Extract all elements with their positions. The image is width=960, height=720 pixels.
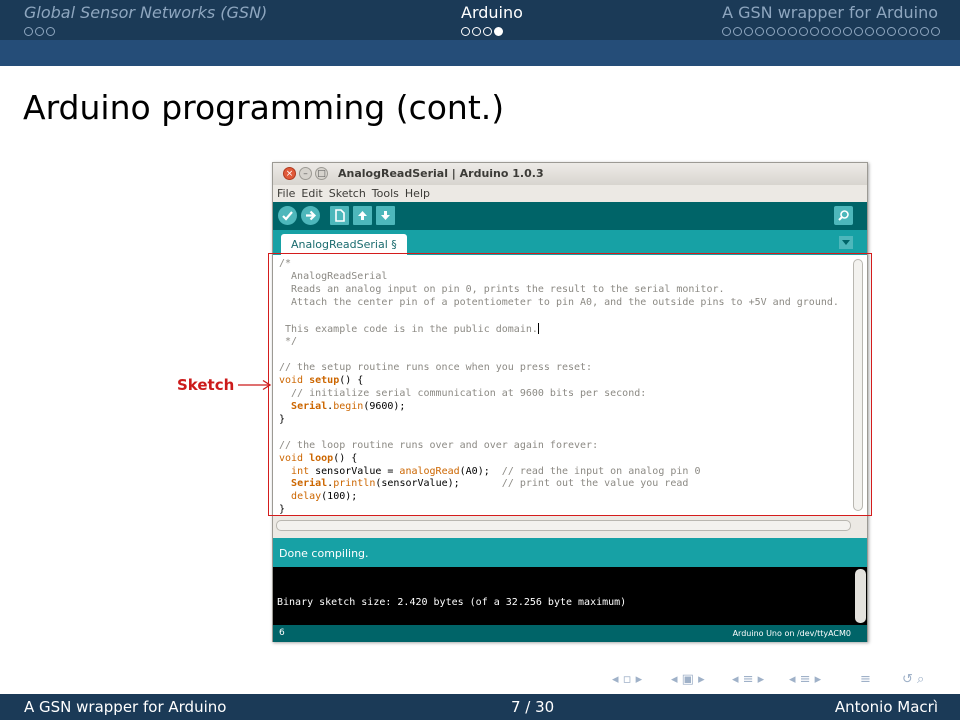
section-dot[interactable]: [35, 27, 44, 36]
nav-document-icon[interactable]: ◂ ≡ ▸: [789, 672, 821, 687]
save-icon: [381, 211, 390, 220]
ide-toolbar: [273, 202, 867, 230]
section-dot[interactable]: [461, 27, 470, 36]
open-icon: [358, 211, 367, 220]
nav-subsection-icon[interactable]: ◂ ▣ ▸: [671, 672, 705, 687]
verify-button[interactable]: [278, 206, 297, 225]
section-dot[interactable]: [909, 27, 918, 36]
section-progress-dots-wrapper[interactable]: [722, 27, 940, 36]
section-dot[interactable]: [46, 27, 55, 36]
section-dot[interactable]: [744, 27, 753, 36]
new-icon: [334, 209, 345, 222]
sketch-highlight-frame: [268, 253, 872, 516]
slide-title: Arduino programming (cont.): [23, 88, 505, 127]
window-titlebar[interactable]: × – □ AnalogReadSerial | Arduino 1.0.3: [273, 163, 867, 185]
section-dot[interactable]: [733, 27, 742, 36]
tab-menu-button[interactable]: [839, 236, 853, 249]
section-dot[interactable]: [722, 27, 731, 36]
section-dot[interactable]: [788, 27, 797, 36]
menu-file[interactable]: File: [277, 185, 295, 202]
console-message: Binary sketch size: 2.420 bytes (of a 32…: [277, 597, 627, 608]
section-dot[interactable]: [755, 27, 764, 36]
verify-icon: [282, 211, 293, 221]
sketch-annotation-label: Sketch: [177, 376, 235, 394]
section-progress-dots-arduino[interactable]: [461, 27, 503, 36]
section-dot[interactable]: [854, 27, 863, 36]
section-dot[interactable]: [24, 27, 33, 36]
section-dot[interactable]: [920, 27, 929, 36]
menu-edit[interactable]: Edit: [301, 185, 322, 202]
open-button[interactable]: [353, 206, 372, 225]
nav-section-icon[interactable]: ◂ ≡ ▸: [732, 672, 764, 687]
nav-search-icon[interactable]: ↺ ⌕: [902, 672, 924, 687]
serial-monitor-icon: [838, 210, 849, 221]
status-message: Done compiling.: [279, 547, 369, 560]
header-section-wrapper[interactable]: A GSN wrapper for Arduino: [722, 3, 938, 22]
menu-tools[interactable]: Tools: [372, 185, 399, 202]
current-line-number: 6: [279, 628, 285, 638]
section-dot[interactable]: [876, 27, 885, 36]
section-dot[interactable]: [494, 27, 503, 36]
section-dot[interactable]: [865, 27, 874, 36]
nav-align-icon[interactable]: ≡: [860, 672, 871, 687]
ide-footer: 6 Arduino Uno on /dev/ttyACM0: [273, 625, 867, 642]
nav-frame-icon[interactable]: ◂ ▫ ▸: [612, 672, 642, 687]
beamer-header: Global Sensor Networks (GSN) Arduino A G…: [0, 0, 960, 40]
section-dot[interactable]: [821, 27, 830, 36]
section-dot[interactable]: [810, 27, 819, 36]
footer-page-number: 7 / 30: [511, 698, 555, 716]
section-dot[interactable]: [898, 27, 907, 36]
section-progress-dots-gsn[interactable]: [24, 27, 55, 36]
annotation-arrow-icon: [238, 379, 272, 391]
section-dot[interactable]: [777, 27, 786, 36]
console-output[interactable]: Binary sketch size: 2.420 bytes (of a 32…: [273, 567, 867, 625]
header-section-gsn[interactable]: Global Sensor Networks (GSN): [24, 3, 267, 22]
serial-monitor-button[interactable]: [834, 206, 853, 225]
window-title: AnalogReadSerial | Arduino 1.0.3: [338, 167, 544, 180]
section-dot[interactable]: [843, 27, 852, 36]
tab-analogreadserial[interactable]: AnalogReadSerial §: [281, 234, 407, 255]
window-maximize-icon[interactable]: □: [315, 167, 328, 180]
section-dot[interactable]: [887, 27, 896, 36]
tab-bar: AnalogReadSerial §: [273, 230, 867, 255]
footer-author: Antonio Macrì: [834, 698, 938, 716]
header-subsection-bar: [0, 40, 960, 66]
upload-icon: [306, 210, 317, 221]
chevron-down-icon: [842, 239, 850, 245]
section-dot[interactable]: [472, 27, 481, 36]
new-button[interactable]: [330, 206, 349, 225]
section-dot[interactable]: [766, 27, 775, 36]
window-close-icon[interactable]: ×: [283, 167, 296, 180]
window-minimize-icon[interactable]: –: [299, 167, 312, 180]
upload-button[interactable]: [301, 206, 320, 225]
section-dot[interactable]: [483, 27, 492, 36]
editor-horizontal-scrollbar[interactable]: [276, 520, 851, 531]
section-dot[interactable]: [799, 27, 808, 36]
footer-title: A GSN wrapper for Arduino: [24, 698, 227, 716]
beamer-footer: A GSN wrapper for Arduino 7 / 30 Antonio…: [0, 694, 960, 720]
menu-sketch[interactable]: Sketch: [329, 185, 366, 202]
status-bar: Done compiling.: [273, 538, 867, 567]
section-dot[interactable]: [832, 27, 841, 36]
header-section-arduino[interactable]: Arduino: [461, 3, 523, 22]
section-dot[interactable]: [931, 27, 940, 36]
menu-help[interactable]: Help: [405, 185, 430, 202]
save-button[interactable]: [376, 206, 395, 225]
editor-horizontal-scroll-area: [273, 516, 867, 536]
console-scrollbar[interactable]: [855, 569, 866, 623]
board-port-info: Arduino Uno on /dev/ttyACM0: [732, 629, 851, 638]
menu-bar: File Edit Sketch Tools Help: [273, 185, 867, 202]
